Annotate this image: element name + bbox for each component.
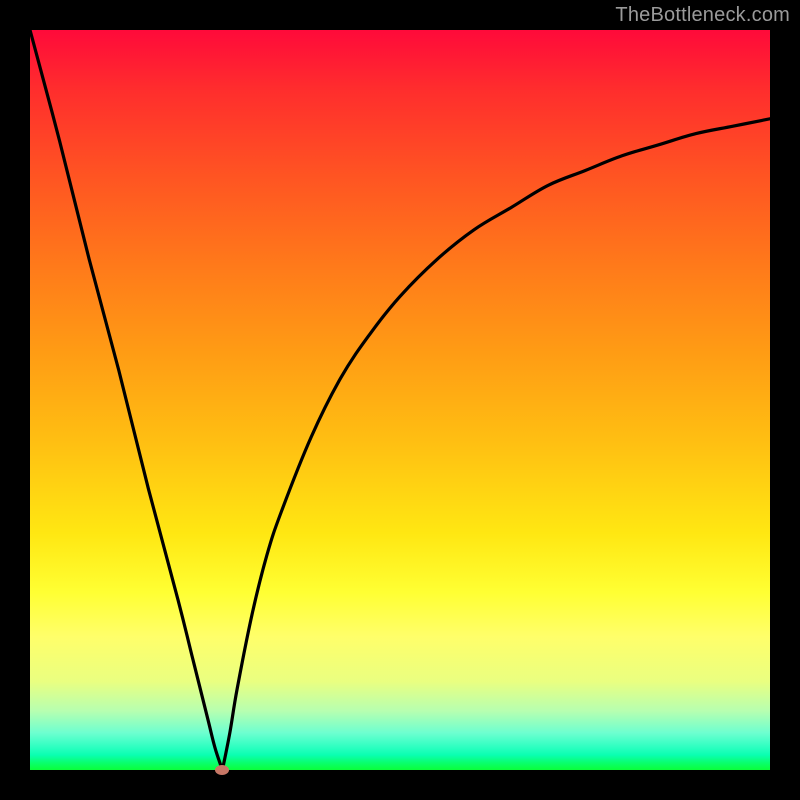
curve-layer [30,30,770,770]
minimum-marker [215,765,229,775]
watermark-text: TheBottleneck.com [615,4,790,27]
chart-frame: TheBottleneck.com [0,0,800,800]
curve-left-branch [30,30,222,770]
plot-area [30,30,770,770]
curve-right-branch [222,119,770,770]
